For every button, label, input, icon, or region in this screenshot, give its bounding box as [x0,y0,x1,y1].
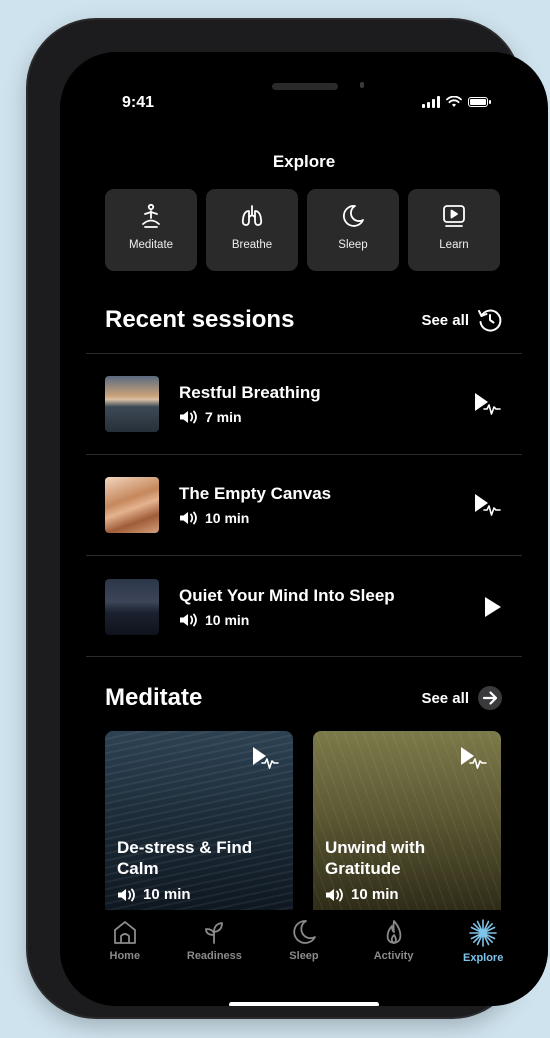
recent-see-all-button[interactable]: See all [421,307,503,333]
session-item[interactable]: Quiet Your Mind Into Sleep 10 min [105,579,503,635]
audio-icon [326,888,343,901]
screen: 9:41 Explore Meditate Breathe Sleep Lear… [60,52,548,1006]
see-all-label: See all [421,311,469,329]
category-breathe[interactable]: Breathe [206,189,298,271]
tab-bar: Home Readiness Sleep Activity Explore [60,910,548,1006]
session-item[interactable]: Restful Breathing 7 min [105,376,503,432]
video-icon [443,205,465,227]
session-duration: 7 min [205,409,242,425]
meditate-icon [142,203,160,228]
session-thumbnail [105,477,159,533]
signal-icon [422,96,440,108]
section-title: Meditate [105,684,203,711]
divider [86,454,522,455]
tab-label: Activity [373,950,414,962]
section-title: Recent sessions [105,306,295,333]
play-icon[interactable] [483,596,503,618]
sparkle-icon [469,919,497,947]
card-title: De-stress & Find Calm [117,838,253,878]
session-thumbnail [105,376,159,432]
home-icon [113,921,136,944]
lungs-icon [241,205,263,226]
category-label: Meditate [128,239,174,251]
audio-icon [180,511,197,525]
category-label: Sleep [338,239,368,251]
session-title: Quiet Your Mind Into Sleep [179,586,395,605]
arrow-right-circle-icon [478,686,502,710]
audio-icon [180,410,197,424]
tab-activity[interactable]: Activity [354,918,434,964]
meditate-card[interactable]: Unwind with Gratitude 10 min [313,731,501,911]
front-camera [360,82,364,88]
audio-icon [180,613,197,627]
tab-home[interactable]: Home [85,918,165,964]
wifi-icon [446,96,462,107]
tab-sleep[interactable]: Sleep [264,918,344,964]
meditate-card[interactable]: De-stress & Find Calm 10 min [105,731,293,911]
status-icons [422,96,491,108]
moon-icon [343,205,364,227]
audio-icon [118,888,135,901]
tab-explore[interactable]: Explore [443,918,523,964]
meditate-header: Meditate See all [105,684,503,712]
divider [86,555,522,556]
tab-label: Readiness [186,950,242,962]
category-meditate[interactable]: Meditate [105,189,197,271]
session-title: Restful Breathing [179,383,321,402]
tab-readiness[interactable]: Readiness [174,918,254,964]
tab-label: Sleep [289,950,319,962]
divider [86,656,522,657]
category-row: Meditate Breathe Sleep Learn [105,189,500,271]
play-waveform-icon[interactable] [473,391,503,417]
session-title: The Empty Canvas [179,484,332,503]
page-title: Explore [272,152,336,171]
status-time: 9:41 [122,94,155,111]
category-label: Breathe [231,239,273,251]
meditate-cards: De-stress & Find Calm 10 min Unwind with… [105,731,501,911]
category-label: Learn [439,239,469,251]
speaker-grille [272,83,338,90]
card-title: Unwind with Gratitude [325,838,426,878]
play-waveform-icon[interactable] [473,492,503,518]
category-sleep[interactable]: Sleep [307,189,399,271]
see-all-label: See all [421,689,469,707]
recent-sessions-header: Recent sessions See all [105,306,503,334]
category-learn[interactable]: Learn [408,189,500,271]
session-thumbnail [105,579,159,635]
session-duration: 10 min [205,612,250,628]
tab-label: Home [109,950,141,962]
phone-frame: 9:41 Explore Meditate Breathe Sleep Lear… [28,20,548,1017]
moon-icon [293,920,316,944]
divider [86,353,522,354]
card-duration: 10 min [143,886,191,903]
battery-icon [468,97,491,107]
session-item[interactable]: The Empty Canvas 10 min [105,477,503,533]
tab-label: Explore [462,952,504,964]
readiness-icon [205,922,224,944]
play-waveform-icon[interactable] [251,745,281,771]
meditate-see-all-button[interactable]: See all [421,685,503,711]
history-icon [478,309,502,332]
play-waveform-icon[interactable] [459,745,489,771]
home-indicator[interactable] [229,1002,379,1006]
flame-icon [386,920,401,944]
card-duration: 10 min [351,886,399,903]
session-duration: 10 min [205,510,250,526]
